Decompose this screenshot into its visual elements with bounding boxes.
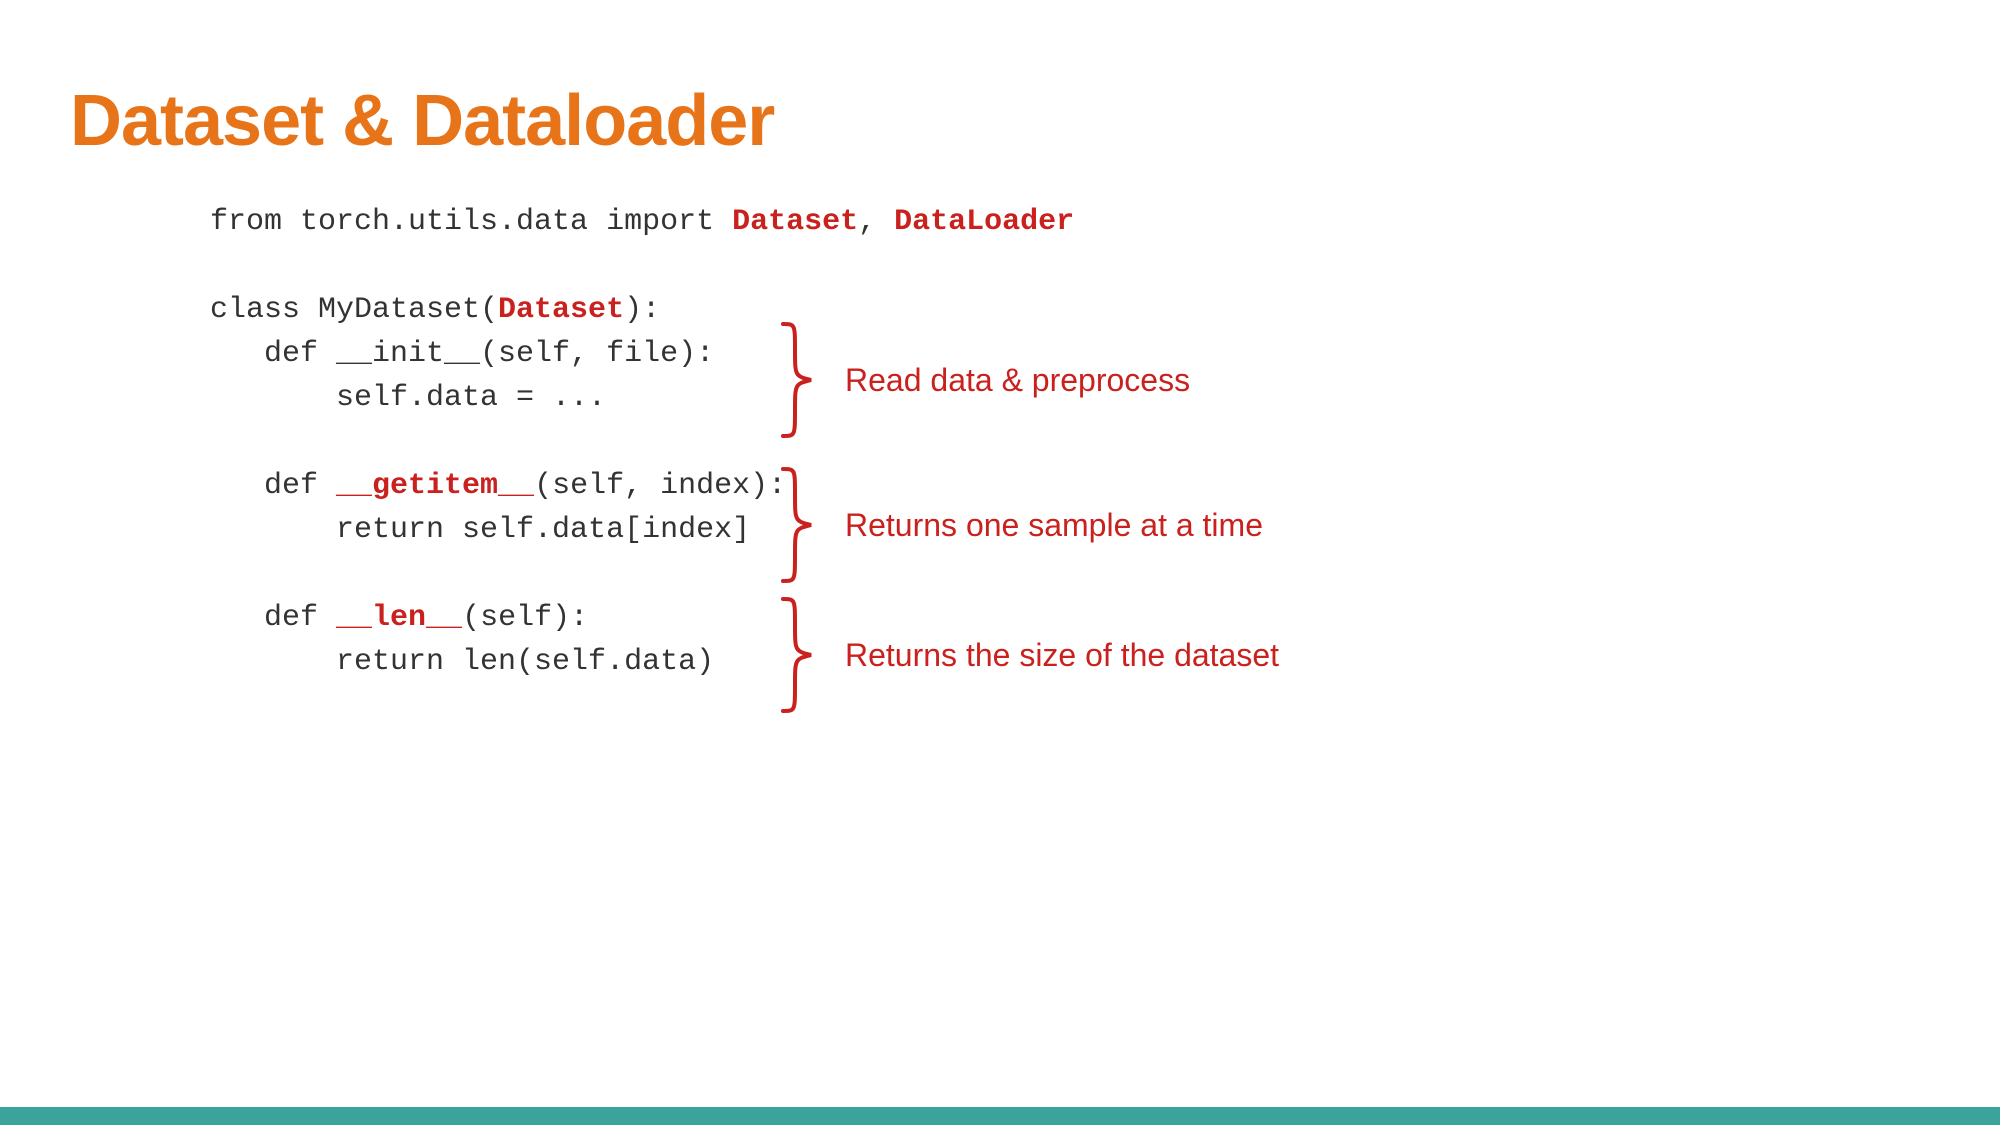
- code-text: return self.data[index]: [210, 513, 750, 547]
- code-text: def __init__(self, file):: [210, 337, 714, 371]
- slide-footer-bar: [0, 1107, 2000, 1125]
- code-text: (self, index):: [534, 469, 786, 503]
- code-text: class MyDataset(: [210, 293, 498, 327]
- brace-icon: [775, 595, 815, 715]
- code-text: from torch.utils.data import: [210, 205, 732, 239]
- code-text: (self):: [462, 601, 588, 635]
- code-highlight: Dataset: [732, 205, 858, 239]
- code-text: def: [210, 601, 336, 635]
- code-highlight: __getitem__: [336, 469, 534, 503]
- slide-title: Dataset & Dataloader: [70, 80, 774, 162]
- code-highlight: Dataset: [498, 293, 624, 327]
- code-text: ,: [858, 205, 894, 239]
- code-text: return len(self.data): [210, 645, 714, 679]
- code-highlight: DataLoader: [894, 205, 1074, 239]
- code-text: def: [210, 469, 336, 503]
- annotation-text: Returns the size of the dataset: [845, 637, 1279, 674]
- brace-icon: [775, 465, 815, 585]
- annotation-text: Read data & preprocess: [845, 362, 1190, 399]
- code-text: ):: [624, 293, 660, 327]
- annotation-init: Read data & preprocess: [775, 320, 1190, 440]
- code-highlight: __len__: [336, 601, 462, 635]
- annotation-getitem: Returns one sample at a time: [775, 465, 1263, 585]
- code-text: self.data = ...: [210, 381, 606, 415]
- annotation-text: Returns one sample at a time: [845, 507, 1263, 544]
- brace-icon: [775, 320, 815, 440]
- annotation-len: Returns the size of the dataset: [775, 595, 1279, 715]
